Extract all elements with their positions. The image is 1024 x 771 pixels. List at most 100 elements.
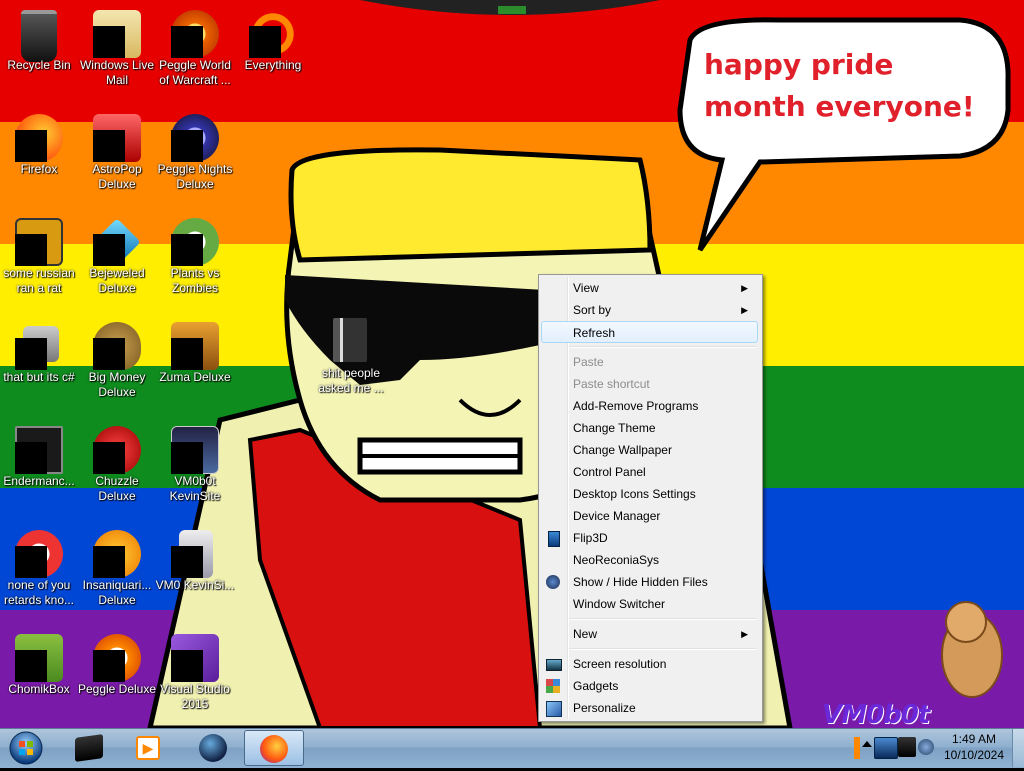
desktop-icon-peggle-deluxe[interactable]: Peggle Deluxe bbox=[78, 628, 156, 728]
menu-item-label: New bbox=[573, 627, 598, 641]
desktop-icon-visual-studio-2015[interactable]: Visual Studio 2015 bbox=[156, 628, 234, 728]
menu-item-label: Control Panel bbox=[573, 465, 646, 479]
desktop-icon-label: none of you retards kno... bbox=[3, 578, 75, 607]
desktop-icon-some-russian-ran-a-rat[interactable]: some russian ran a rat bbox=[0, 212, 78, 312]
menu-item-screen-resolution[interactable]: Screen resolution bbox=[541, 653, 758, 675]
menu-item-add-remove-programs[interactable]: Add-Remove Programs bbox=[541, 395, 758, 417]
desktop-icon-folder[interactable]: shit people asked me ... bbox=[312, 312, 390, 412]
desktop-icon-that-but-its-csharp[interactable]: that but its c# bbox=[0, 316, 78, 416]
app-tray-icon[interactable] bbox=[898, 737, 916, 757]
website-icon bbox=[171, 426, 219, 474]
flag-icon[interactable] bbox=[854, 737, 860, 759]
desktop-icon-chuzzle-deluxe[interactable]: Chuzzle Deluxe bbox=[78, 420, 156, 520]
desktop-icon-label: VM0b0t KevinSite bbox=[169, 474, 221, 503]
clock-date: 10/10/2024 bbox=[943, 748, 1005, 762]
money-bag-icon bbox=[93, 322, 141, 370]
menu-item-flip3d[interactable]: Flip3D bbox=[541, 527, 758, 549]
peggle-icon bbox=[93, 634, 141, 682]
menu-item-window-switcher[interactable]: Window Switcher bbox=[541, 593, 758, 615]
volume-icon[interactable] bbox=[918, 739, 934, 755]
menu-item-paste-shortcut[interactable]: Paste shortcut bbox=[541, 373, 758, 395]
menu-item-label: Screen resolution bbox=[573, 657, 667, 671]
desktop-icon-plants-vs-zombies[interactable]: Plants vs Zombies bbox=[156, 212, 234, 312]
menu-separator bbox=[569, 346, 756, 348]
menu-item-change-wallpaper[interactable]: Change Wallpaper bbox=[541, 439, 758, 461]
desktop-icon-peggle-world-of-warcraft[interactable]: Peggle World of Warcraft ... bbox=[156, 4, 234, 104]
bejeweled-icon bbox=[93, 218, 141, 266]
desktop-icon-label: Zuma Deluxe bbox=[159, 370, 231, 384]
show-desktop-button[interactable] bbox=[1012, 729, 1024, 767]
menu-item-refresh[interactable]: Refresh bbox=[541, 321, 758, 343]
menu-item-view[interactable]: View ▶ bbox=[541, 277, 758, 299]
desktop-icon-bejeweled-deluxe[interactable]: Bejeweled Deluxe bbox=[78, 212, 156, 312]
menu-item-label: Refresh bbox=[573, 326, 616, 340]
menu-item-control-panel[interactable]: Control Panel bbox=[541, 461, 758, 483]
network-icon[interactable] bbox=[874, 737, 898, 759]
taskbar-button-terminal[interactable] bbox=[62, 730, 116, 766]
menu-item-desktop-icons-settings[interactable]: Desktop Icons Settings bbox=[541, 483, 758, 505]
menu-item-neoreconiasys[interactable]: NeoReconiaSys bbox=[541, 549, 758, 571]
game-icon bbox=[15, 218, 63, 266]
desktop-icon-label: Chuzzle Deluxe bbox=[95, 474, 139, 503]
start-button[interactable] bbox=[4, 730, 48, 766]
peggle-nights-icon bbox=[171, 114, 219, 162]
desktop-icon-everything[interactable]: Everything bbox=[234, 4, 312, 104]
show-hidden-icons-icon[interactable] bbox=[862, 741, 872, 747]
plants-vs-zombies-icon bbox=[171, 218, 219, 266]
menu-item-label: NeoReconiaSys bbox=[573, 553, 660, 567]
desktop-icon-recycle-bin[interactable]: Recycle Bin bbox=[0, 4, 78, 104]
folder-icon bbox=[327, 318, 375, 366]
desktop-icon-label: Everything bbox=[244, 58, 302, 72]
mail-icon bbox=[93, 10, 141, 58]
desktop-icon-vm0b0t-kevinsite[interactable]: VM0b0t KevinSite bbox=[156, 420, 234, 520]
desktop-icon-firefox[interactable]: Firefox bbox=[0, 108, 78, 208]
screen-resolution-icon bbox=[546, 659, 562, 671]
desktop-context-menu: View ▶ Sort by ▶ Refresh Paste Paste sho… bbox=[538, 274, 763, 722]
taskbar-button-media-player[interactable]: ▶ bbox=[120, 730, 174, 766]
taskbar-clock[interactable]: 1:49 AM 10/10/2024 bbox=[938, 731, 1010, 765]
desktop-icon-label: Firefox bbox=[20, 162, 58, 176]
visual-studio-icon bbox=[171, 634, 219, 682]
personalize-icon bbox=[546, 701, 562, 717]
menu-item-gadgets[interactable]: Gadgets bbox=[541, 675, 758, 697]
speech-bubble-text: happy pride month everyone! bbox=[704, 48, 975, 123]
desktop-icon-astropop-deluxe[interactable]: AstroPop Deluxe bbox=[78, 108, 156, 208]
menu-item-personalize[interactable]: Personalize bbox=[541, 697, 758, 719]
menu-item-paste[interactable]: Paste bbox=[541, 351, 758, 373]
menu-item-label: Flip3D bbox=[573, 531, 608, 545]
desktop-icon-zuma-deluxe[interactable]: Zuma Deluxe bbox=[156, 316, 234, 416]
taskbar-button-firefox[interactable] bbox=[244, 730, 304, 766]
media-player-icon: ▶ bbox=[136, 736, 160, 760]
top-light bbox=[498, 6, 526, 14]
desktop-icon-label: Bejeweled Deluxe bbox=[89, 266, 145, 295]
desktop-icon-peggle-nights-deluxe[interactable]: Peggle Nights Deluxe bbox=[156, 108, 234, 208]
taskbar-button-globe-app[interactable] bbox=[186, 730, 240, 766]
menu-item-show-hide-hidden-files[interactable]: Show / Hide Hidden Files bbox=[541, 571, 758, 593]
desktop-icon-chomikbox[interactable]: ChomikBox bbox=[0, 628, 78, 728]
program-icon bbox=[15, 322, 63, 370]
desktop-icon-endermanc[interactable]: Endermanc... bbox=[0, 420, 78, 520]
desktop-icon-label: Peggle World of Warcraft ... bbox=[159, 58, 231, 87]
menu-item-change-theme[interactable]: Change Theme bbox=[541, 417, 758, 439]
desktop-icon-label: Recycle Bin bbox=[7, 58, 71, 72]
menu-item-new[interactable]: New ▶ bbox=[541, 623, 758, 645]
menu-item-device-manager[interactable]: Device Manager bbox=[541, 505, 758, 527]
desktop-icon-insaniquarium-deluxe[interactable]: Insaniquari... Deluxe bbox=[78, 524, 156, 624]
desktop-icon-label: VM0 KevinSi... bbox=[155, 578, 235, 592]
desktop-icon-vm0-kevinsi[interactable]: VM0 KevinSi... bbox=[156, 524, 234, 624]
clock-time: 1:49 AM bbox=[951, 732, 997, 746]
desktop-icon-none-of-you-retards-kno[interactable]: none of you retards kno... bbox=[0, 524, 78, 624]
menu-item-label: View bbox=[573, 281, 599, 295]
terminal-icon bbox=[15, 426, 63, 474]
menu-item-sort-by[interactable]: Sort by ▶ bbox=[541, 299, 758, 321]
desktop-icon-windows-live-mail[interactable]: Windows Live Mail bbox=[78, 4, 156, 104]
submenu-arrow-icon: ▶ bbox=[741, 305, 748, 315]
chomikbox-icon bbox=[15, 634, 63, 682]
menu-item-label: Show / Hide Hidden Files bbox=[573, 575, 708, 589]
menu-item-label: Device Manager bbox=[573, 509, 661, 523]
desktop-icon-big-money-deluxe[interactable]: Big Money Deluxe bbox=[78, 316, 156, 416]
wallpaper-watermark: VM0b0t bbox=[822, 700, 930, 728]
menu-item-label: Change Theme bbox=[573, 421, 656, 435]
desktop-icon-label: Endermanc... bbox=[3, 474, 75, 488]
desktop-icon-label: ChomikBox bbox=[8, 682, 70, 696]
